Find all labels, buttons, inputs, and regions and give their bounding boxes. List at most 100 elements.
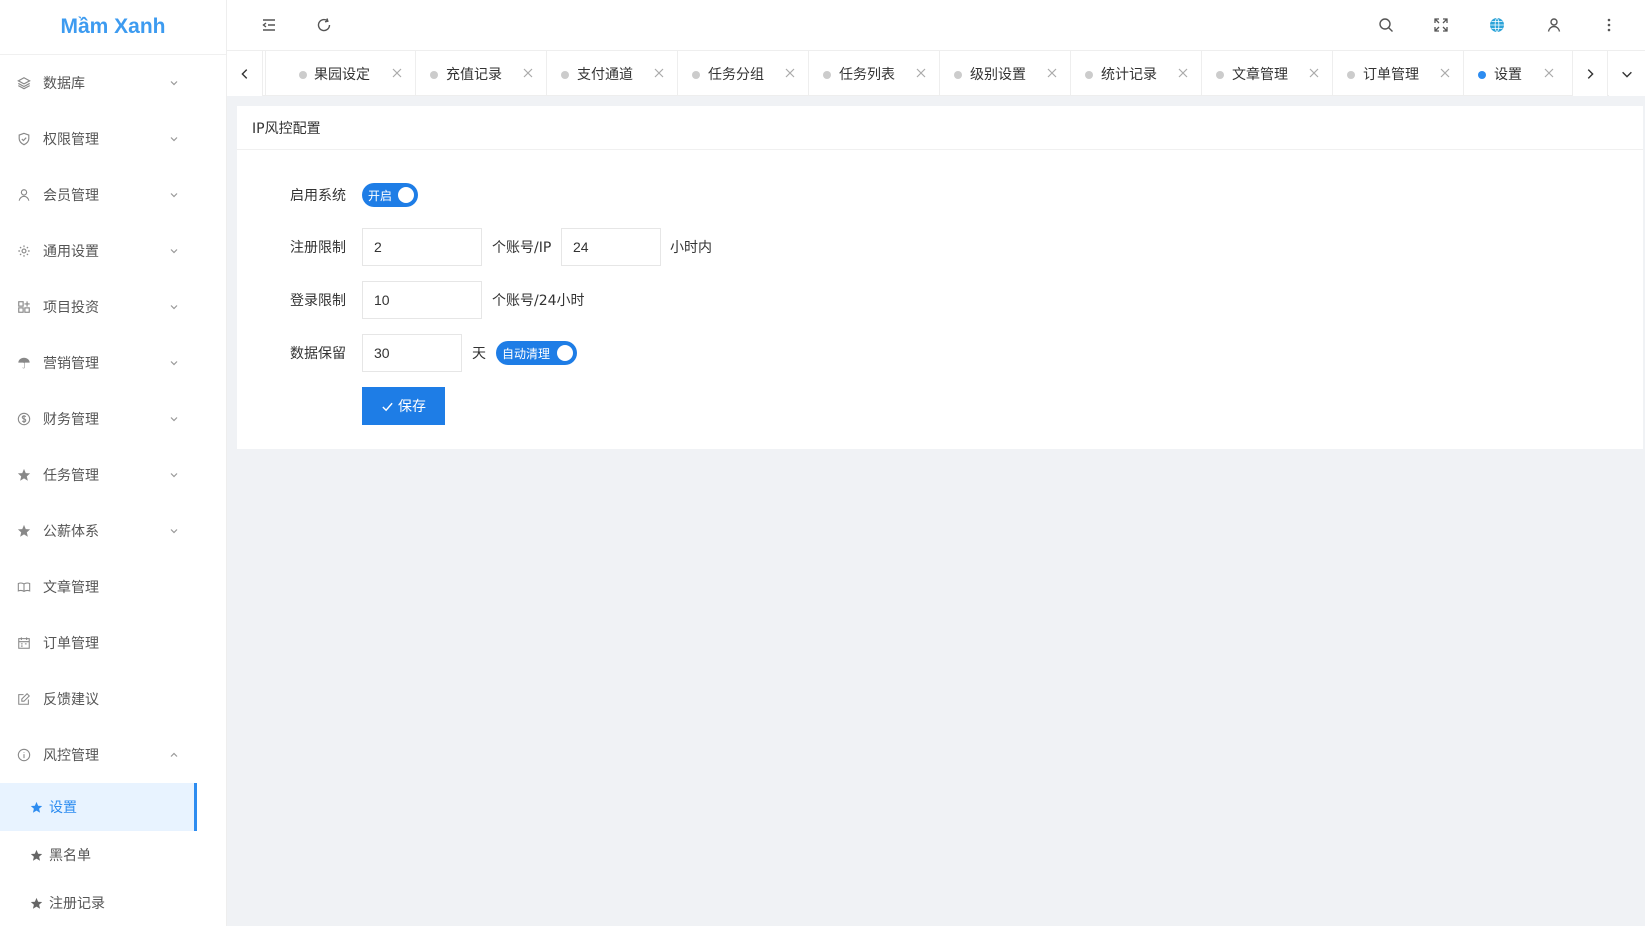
- umbrella-icon: [17, 356, 31, 370]
- app-logo[interactable]: Mầm Xanh: [0, 0, 226, 55]
- collapse-menu-button[interactable]: [257, 13, 281, 37]
- chevron-down-icon: [169, 470, 179, 480]
- user-profile-button[interactable]: [1542, 13, 1566, 37]
- check-icon: [382, 402, 393, 411]
- sidebar-item-general-settings[interactable]: 通用设置: [0, 223, 226, 279]
- star-icon: [17, 524, 31, 538]
- sidebar-item-label: 营销管理: [43, 356, 99, 372]
- sidebar-item-feedback[interactable]: 反馈建议: [0, 671, 226, 727]
- sidebar-item-marketing[interactable]: 营销管理: [0, 335, 226, 391]
- tab-orchard-settings[interactable]: 果园设定: [265, 51, 415, 96]
- search-button[interactable]: [1374, 13, 1398, 37]
- close-icon[interactable]: [1308, 67, 1320, 79]
- register-limit-label: 注册限制: [290, 240, 346, 256]
- tab-task-list[interactable]: 任务列表: [808, 51, 939, 96]
- chevron-down-icon: [169, 134, 179, 144]
- sidebar-item-articles[interactable]: 文章管理: [0, 559, 226, 615]
- sidebar-item-orders[interactable]: 订单管理: [0, 615, 226, 671]
- login-limit-label: 登录限制: [290, 293, 346, 309]
- tabs-scroll-right-button[interactable]: [1572, 51, 1608, 96]
- sidebar-item-members[interactable]: 会员管理: [0, 167, 226, 223]
- tab-orders[interactable]: 订单管理: [1332, 51, 1463, 96]
- tabs-dropdown-button[interactable]: [1609, 51, 1645, 96]
- sidebar-item-investment[interactable]: 项目投资: [0, 279, 226, 335]
- sidebar: Mầm Xanh 数据库 权限管理 会员管理 通用设置 项目投资 营销管理 财务…: [0, 0, 227, 926]
- refresh-button[interactable]: [312, 13, 336, 37]
- tab-payment-channels[interactable]: 支付通道: [546, 51, 677, 96]
- sidebar-item-label: 通用设置: [43, 244, 99, 260]
- tabs-bar: 果园设定 充值记录 支付通道 任务分组 任务列表 级别设置 统计记录 文章管理 …: [227, 50, 1645, 96]
- tab-dot: [692, 71, 700, 79]
- fullscreen-button[interactable]: [1429, 13, 1453, 37]
- auto-clean-switch[interactable]: 自动清理: [496, 341, 577, 365]
- close-icon[interactable]: [1543, 67, 1555, 79]
- switch-label: 自动清理: [502, 346, 551, 361]
- tab-articles[interactable]: 文章管理: [1201, 51, 1332, 96]
- card-title: IP风控配置: [237, 106, 1643, 150]
- retention-days-input[interactable]: 30: [362, 334, 462, 372]
- fullscreen-icon: [1434, 18, 1448, 32]
- tab-dot: [823, 71, 831, 79]
- close-icon[interactable]: [391, 67, 403, 79]
- star-icon: [30, 897, 43, 910]
- chevron-down-icon: [169, 358, 179, 368]
- tab-label: 任务列表: [839, 66, 895, 83]
- tab-label: 级别设置: [970, 66, 1026, 83]
- close-icon[interactable]: [784, 67, 796, 79]
- sidebar-item-label: 财务管理: [43, 412, 99, 428]
- close-icon[interactable]: [522, 67, 534, 79]
- tabs-scroll-left-button[interactable]: [227, 51, 263, 96]
- switch-knob: [557, 345, 573, 361]
- close-icon[interactable]: [915, 67, 927, 79]
- top-header: [227, 0, 1645, 50]
- sidebar-item-label: 权限管理: [43, 132, 99, 148]
- tab-settings[interactable]: 设置: [1463, 51, 1567, 96]
- close-icon[interactable]: [1046, 67, 1058, 79]
- more-options-button[interactable]: [1597, 13, 1621, 37]
- info-icon: [17, 748, 31, 762]
- tab-label: 任务分组: [708, 66, 764, 83]
- chevron-down-icon: [169, 302, 179, 312]
- register-hours-input[interactable]: 24: [561, 228, 661, 266]
- chevron-down-icon: [169, 526, 179, 536]
- tab-statistics[interactable]: 统计记录: [1070, 51, 1201, 96]
- tab-dot: [299, 71, 307, 79]
- sidebar-subitem-settings[interactable]: 设置: [0, 783, 197, 831]
- close-icon[interactable]: [653, 67, 665, 79]
- sidebar-item-label: 项目投资: [43, 300, 99, 316]
- calendar-icon: [17, 636, 31, 650]
- language-button[interactable]: [1485, 13, 1509, 37]
- login-accounts-input[interactable]: 10: [362, 281, 482, 319]
- search-icon: [1379, 18, 1393, 32]
- chevron-left-icon: [240, 68, 247, 79]
- tab-label: 果园设定: [314, 66, 370, 83]
- sidebar-item-label: 订单管理: [43, 636, 99, 652]
- login-unit: 个账号/24小时: [492, 293, 585, 309]
- tab-dot: [1085, 71, 1093, 79]
- star-icon: [17, 468, 31, 482]
- enable-system-switch[interactable]: 开启: [362, 183, 418, 207]
- sidebar-subitem-blacklist[interactable]: 黑名单: [0, 831, 197, 879]
- dollar-icon: [17, 412, 31, 426]
- sidebar-item-risk-control[interactable]: 风控管理: [0, 727, 226, 783]
- sidebar-item-tasks[interactable]: 任务管理: [0, 447, 226, 503]
- star-icon: [30, 849, 43, 862]
- sidebar-item-finance[interactable]: 财务管理: [0, 391, 226, 447]
- sidebar-item-label: 数据库: [43, 76, 85, 92]
- tab-recharge-records[interactable]: 充值记录: [415, 51, 546, 96]
- sidebar-subitem-register-log[interactable]: 注册记录: [0, 879, 197, 926]
- close-icon[interactable]: [1439, 67, 1451, 79]
- tab-label: 文章管理: [1232, 66, 1288, 83]
- sidebar-item-permissions[interactable]: 权限管理: [0, 111, 226, 167]
- tab-level-settings[interactable]: 级别设置: [939, 51, 1070, 96]
- register-accounts-input[interactable]: 2: [362, 228, 482, 266]
- tab-task-groups[interactable]: 任务分组: [677, 51, 808, 96]
- register-unit-accounts-per-ip: 个账号/IP: [492, 240, 552, 256]
- save-button[interactable]: 保存: [362, 387, 445, 425]
- sidebar-item-salary[interactable]: 公薪体系: [0, 503, 226, 559]
- sidebar-item-database[interactable]: 数据库: [0, 55, 226, 111]
- chevron-down-icon: [169, 78, 179, 88]
- tab-label: 订单管理: [1363, 66, 1419, 83]
- sidebar-subitem-label: 注册记录: [49, 896, 105, 912]
- close-icon[interactable]: [1177, 67, 1189, 79]
